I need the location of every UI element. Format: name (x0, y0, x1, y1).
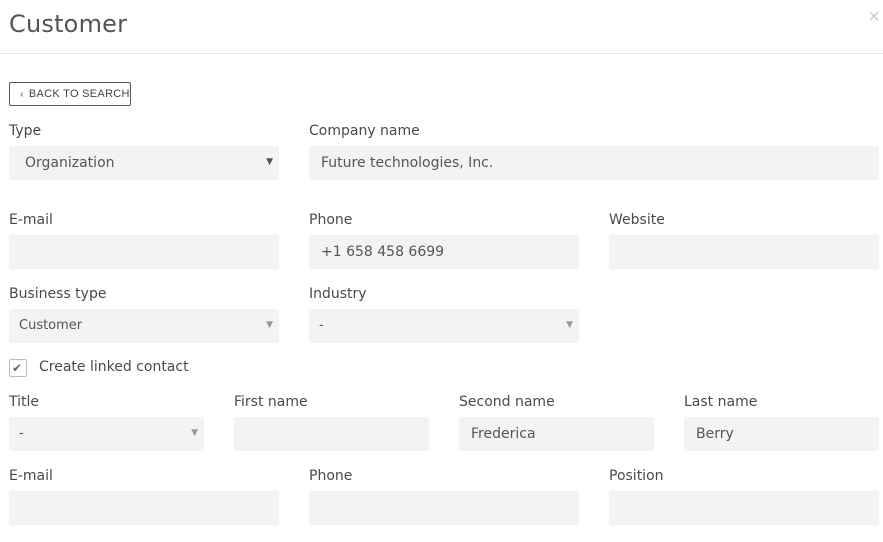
email-label: E-mail (9, 212, 53, 228)
type-select[interactable]: Organization ▼ (9, 146, 279, 180)
create-linked-contact-checkbox[interactable]: ✔ (9, 359, 27, 377)
phone-label: Phone (309, 212, 353, 228)
position-label: Position (609, 468, 664, 484)
title-label: Title (9, 394, 40, 410)
position-input[interactable] (609, 491, 879, 525)
back-to-search-button[interactable]: ‹ BACK TO SEARCH (9, 82, 131, 106)
page-title: Customer (9, 10, 128, 38)
caret-down-icon: ▼ (566, 320, 573, 330)
caret-down-icon: ▼ (266, 320, 273, 330)
contact-email-input[interactable] (9, 491, 279, 525)
business-type-label: Business type (9, 286, 107, 302)
business-type-select-value: Customer (19, 318, 83, 333)
close-icon[interactable]: × (866, 8, 882, 24)
checkmark-icon: ✔ (12, 361, 23, 375)
last-name-input[interactable]: Berry (684, 417, 879, 451)
first-name-label: First name (234, 394, 308, 410)
industry-select-value: - (319, 318, 324, 333)
type-select-value: Organization (25, 155, 115, 171)
website-label: Website (609, 212, 665, 228)
phone-input[interactable]: +1 658 458 6699 (309, 235, 579, 269)
website-input[interactable] (609, 235, 879, 269)
second-name-label: Second name (459, 394, 555, 410)
chevron-left-icon: ‹ (20, 89, 24, 100)
caret-down-icon: ▼ (191, 428, 198, 438)
industry-label: Industry (309, 286, 367, 302)
first-name-input[interactable] (234, 417, 429, 451)
contact-phone-label: Phone (309, 468, 353, 484)
caret-down-icon: ▼ (266, 157, 273, 167)
contact-email-label: E-mail (9, 468, 53, 484)
last-name-label: Last name (684, 394, 758, 410)
back-to-search-label: BACK TO SEARCH (28, 88, 130, 100)
title-select-value: - (19, 426, 24, 441)
company-name-input[interactable]: Future technologies, Inc. (309, 146, 879, 180)
create-linked-contact-label[interactable]: Create linked contact (39, 359, 189, 375)
title-select[interactable]: - ▼ (9, 417, 204, 451)
company-name-label: Company name (309, 123, 420, 139)
industry-select[interactable]: - ▼ (309, 309, 579, 343)
business-type-select[interactable]: Customer ▼ (9, 309, 279, 343)
email-input[interactable] (9, 235, 279, 269)
contact-phone-input[interactable] (309, 491, 579, 525)
type-label: Type (9, 123, 42, 139)
modal-header: Customer × (0, 0, 883, 54)
second-name-input[interactable]: Frederica (459, 417, 654, 451)
